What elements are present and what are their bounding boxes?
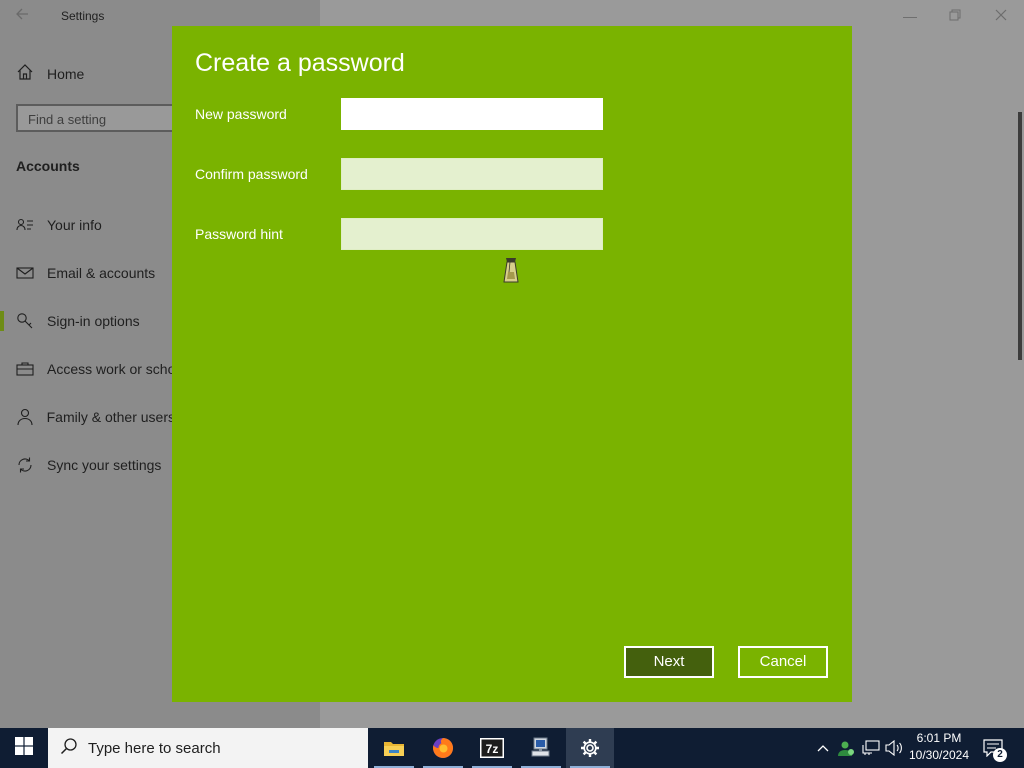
chevron-up-icon[interactable] — [814, 728, 832, 768]
sidebar-item-your-info[interactable]: Your info — [0, 211, 175, 239]
minimize-icon[interactable]: — — [898, 6, 922, 26]
network-computer-icon[interactable] — [517, 728, 565, 768]
selection-indicator — [0, 311, 4, 331]
person-icon — [16, 408, 34, 426]
taskbar-search-box[interactable]: Type here to search — [48, 728, 368, 768]
sidebar-item-sync-settings[interactable]: Sync your settings — [0, 451, 175, 479]
new-password-label: New password — [195, 106, 287, 122]
svg-text:7z: 7z — [486, 742, 499, 756]
maximize-icon[interactable] — [943, 6, 967, 26]
windows-logo-icon — [15, 736, 33, 760]
dialog-title: Create a password — [195, 49, 405, 77]
user-sync-icon[interactable] — [836, 728, 856, 768]
find-setting-input[interactable] — [18, 106, 170, 132]
find-setting-search[interactable] — [16, 104, 178, 132]
file-explorer-icon[interactable] — [370, 728, 418, 768]
close-icon[interactable] — [989, 6, 1013, 26]
sidebar-item-label: Sign-in options — [47, 313, 140, 329]
sidebar-home[interactable]: Home — [16, 63, 85, 86]
home-icon — [16, 63, 34, 86]
sidebar-item-label: Access work or scho — [47, 361, 176, 377]
accounts-heading: Accounts — [16, 158, 80, 174]
taskbar-search-placeholder: Type here to search — [88, 739, 221, 757]
sidebar-item-email-accounts[interactable]: Email & accounts — [0, 259, 175, 287]
person-card-icon — [16, 218, 34, 232]
network-icon[interactable] — [860, 728, 882, 768]
sidebar-item-label: Email & accounts — [47, 265, 156, 281]
home-label: Home — [47, 66, 85, 82]
window-title: Settings — [61, 9, 105, 23]
busy-cursor-icon — [498, 256, 526, 290]
firefox-icon[interactable] — [419, 728, 467, 768]
sidebar-item-label: Family & other users — [46, 409, 175, 425]
clock-date: 10/30/2024 — [908, 748, 970, 762]
cancel-button[interactable]: Cancel — [738, 646, 828, 678]
create-password-dialog: Create a password New password Confirm p… — [172, 26, 852, 702]
sidebar-item-access-work[interactable]: Access work or scho — [0, 355, 175, 383]
speaker-icon[interactable] — [884, 728, 904, 768]
key-icon — [16, 312, 34, 330]
sidebar-item-sign-in-options[interactable]: Sign-in options — [0, 307, 175, 335]
password-hint-input[interactable] — [341, 218, 603, 250]
confirm-password-label: Confirm password — [195, 166, 308, 182]
password-hint-label: Password hint — [195, 226, 283, 242]
search-icon — [60, 737, 78, 760]
sidebar-item-label: Sync your settings — [47, 457, 162, 473]
briefcase-icon — [16, 362, 34, 376]
clock-time: 6:01 PM — [916, 731, 962, 745]
7zip-icon[interactable]: 7z — [468, 728, 516, 768]
next-button[interactable]: Next — [624, 646, 714, 678]
back-arrow-icon[interactable] — [14, 6, 36, 26]
taskbar: Type here to search 7z 6:01 PM 10/30/202… — [0, 728, 1024, 768]
confirm-password-input[interactable] — [341, 158, 603, 190]
scrollbar-thumb[interactable] — [1018, 112, 1022, 360]
settings-gear-icon[interactable] — [566, 728, 614, 768]
sidebar-item-label: Your info — [47, 217, 102, 233]
notification-count-badge: 2 — [993, 748, 1007, 762]
mail-icon — [16, 266, 34, 280]
new-password-input[interactable] — [341, 98, 603, 130]
sync-icon — [16, 456, 34, 474]
taskbar-clock[interactable]: 6:01 PM 10/30/2024 — [904, 730, 974, 764]
sidebar-item-family-users[interactable]: Family & other users — [0, 403, 175, 431]
start-button[interactable] — [0, 728, 48, 768]
